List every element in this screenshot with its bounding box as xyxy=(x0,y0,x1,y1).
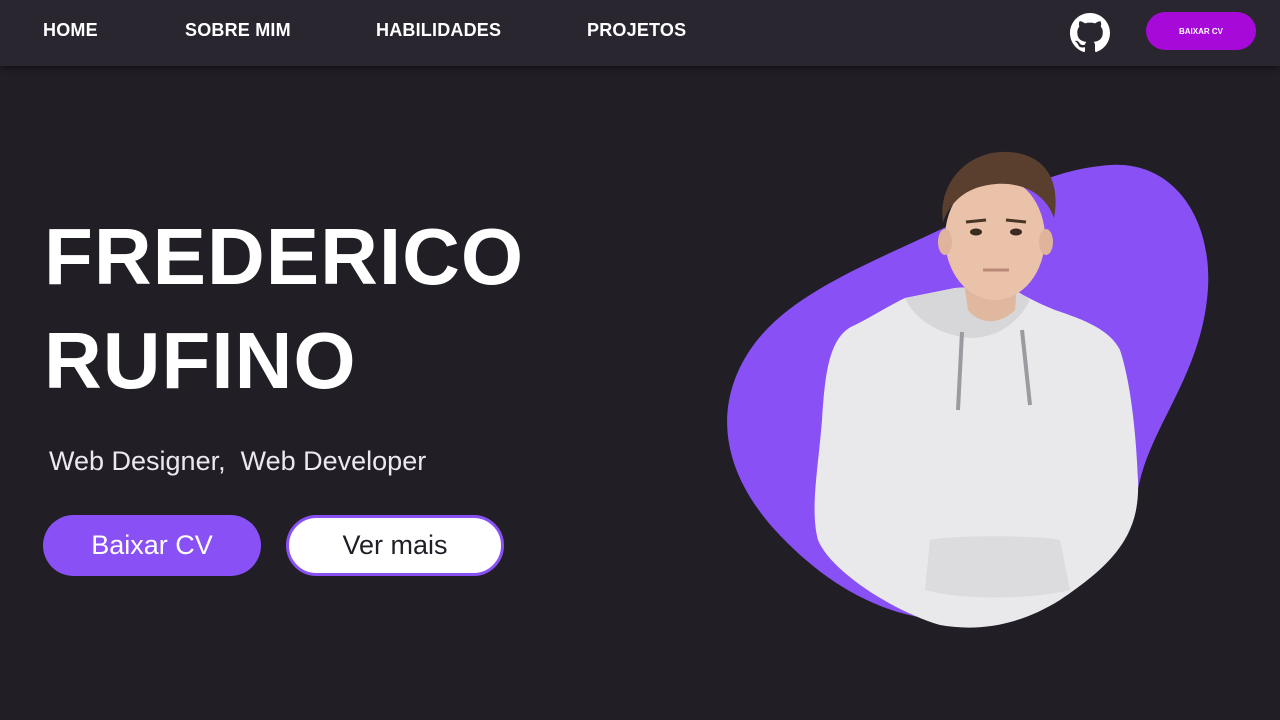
see-more-button[interactable]: Ver mais xyxy=(286,515,504,576)
hero-name: FREDERICO RUFINO xyxy=(44,205,524,413)
download-cv-button[interactable]: Baixar CV xyxy=(43,515,261,576)
nav-link-home[interactable]: HOME xyxy=(43,20,98,41)
nav-link-sobre-mim[interactable]: SOBRE MIM xyxy=(185,20,291,41)
hero-name-first: FREDERICO xyxy=(44,212,525,301)
navbar: HOME SOBRE MIM HABILIDADES PROJETOS BAIX… xyxy=(0,0,1280,66)
hero-name-last: RUFINO xyxy=(44,316,357,405)
github-icon[interactable] xyxy=(1070,13,1110,53)
hero-portrait xyxy=(700,120,1240,660)
hero-subtitle: Web Designer, Web Developer xyxy=(49,446,427,476)
nav-link-habilidades[interactable]: HABILIDADES xyxy=(376,20,501,41)
nav-link-projetos[interactable]: PROJETOS xyxy=(587,20,686,41)
nav-download-cv-button[interactable]: BAIXAR CV xyxy=(1146,12,1256,50)
